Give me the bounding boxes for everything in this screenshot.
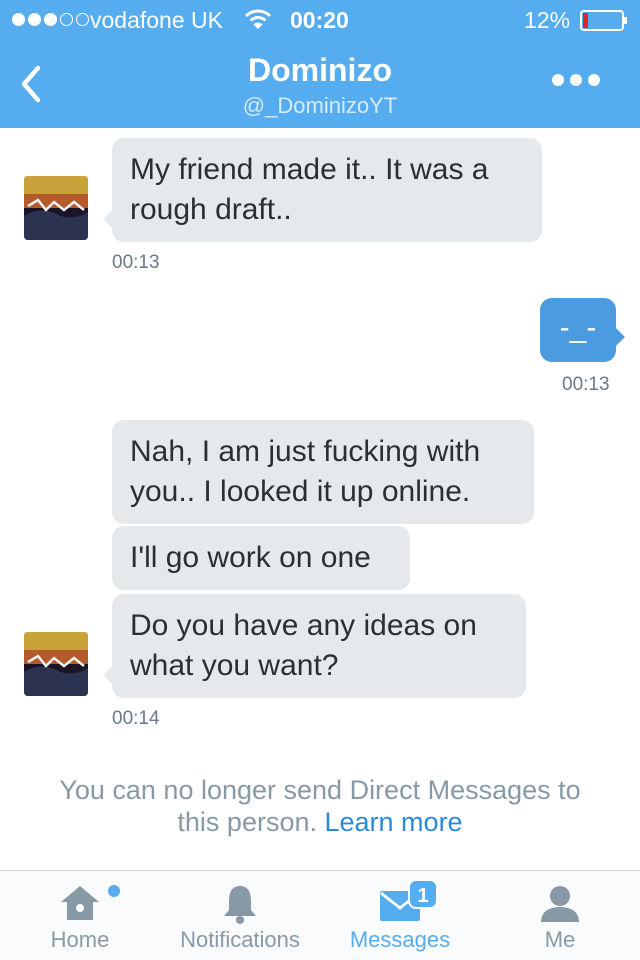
battery-icon bbox=[580, 10, 627, 31]
contact-avatar[interactable] bbox=[24, 632, 88, 696]
notice-text: this person. bbox=[177, 807, 317, 837]
message-timestamp: 00:13 bbox=[562, 374, 610, 395]
tab-home-label: Home bbox=[50, 927, 110, 952]
message-line: Do you have any ideas on bbox=[130, 609, 477, 642]
more-options-icon[interactable] bbox=[552, 74, 600, 86]
notice-line2: this person. Learn more bbox=[30, 806, 610, 838]
battery-percent: 12% bbox=[524, 7, 571, 33]
contact-avatar[interactable] bbox=[24, 176, 88, 240]
message-bubble-incoming[interactable]: I'll go work on one bbox=[112, 526, 410, 590]
conversation-handle: @_DominizoYT bbox=[242, 93, 398, 118]
tab-home[interactable]: Home bbox=[0, 871, 160, 960]
tab-me-label: Me bbox=[544, 927, 576, 952]
message-line: rough draft.. bbox=[130, 193, 292, 226]
header: vodafone UK 00:20 12% Dominizo @_Dominiz… bbox=[0, 0, 640, 128]
status-time: 00:20 bbox=[290, 7, 349, 33]
message-line: what you want? bbox=[130, 649, 339, 682]
message-timestamp: 00:13 bbox=[112, 252, 160, 273]
tab-messages[interactable]: 1 Messages bbox=[320, 871, 480, 960]
message-bubble-incoming[interactable]: My friend made it.. It was a rough draft… bbox=[103, 138, 542, 242]
notice-line: You can no longer send Direct Messages t… bbox=[59, 775, 581, 805]
tab-bar: Home Notifications 1 Messages Me bbox=[0, 870, 640, 960]
home-notification-dot bbox=[108, 885, 120, 897]
tab-me[interactable]: Me bbox=[480, 871, 640, 960]
message-timestamp: 00:14 bbox=[112, 708, 160, 729]
message-line: -_- bbox=[559, 311, 597, 344]
signal-strength-icon bbox=[12, 13, 89, 26]
message-bubble-incoming[interactable]: Do you have any ideas on what you want? bbox=[103, 594, 526, 698]
carrier-name: vodafone UK bbox=[90, 7, 223, 33]
tab-messages-label: Messages bbox=[349, 927, 451, 952]
messages-count-badge: 1 bbox=[408, 879, 438, 909]
message-line: I'll go work on one bbox=[130, 541, 371, 574]
learn-more-link[interactable]: Learn more bbox=[325, 807, 463, 837]
dm-disabled-notice: You can no longer send Direct Messages t… bbox=[30, 774, 610, 838]
message-bubble-incoming[interactable]: Nah, I am just fucking with you.. I look… bbox=[112, 420, 534, 524]
person-icon bbox=[541, 886, 579, 922]
status-bar: vodafone UK 00:20 12% bbox=[0, 0, 640, 40]
message-line: Nah, I am just fucking with bbox=[130, 435, 481, 468]
tab-notifications[interactable]: Notifications bbox=[160, 871, 320, 960]
conversation-title: Dominizo bbox=[248, 52, 392, 88]
bell-icon bbox=[224, 886, 256, 924]
wifi-icon bbox=[245, 9, 271, 29]
message-line: My friend made it.. It was a bbox=[130, 153, 489, 186]
message-line: you.. I looked it up online. bbox=[130, 475, 471, 508]
tab-notifications-label: Notifications bbox=[180, 927, 300, 952]
message-bubble-outgoing[interactable]: -_- bbox=[540, 298, 625, 362]
home-icon bbox=[61, 886, 99, 920]
